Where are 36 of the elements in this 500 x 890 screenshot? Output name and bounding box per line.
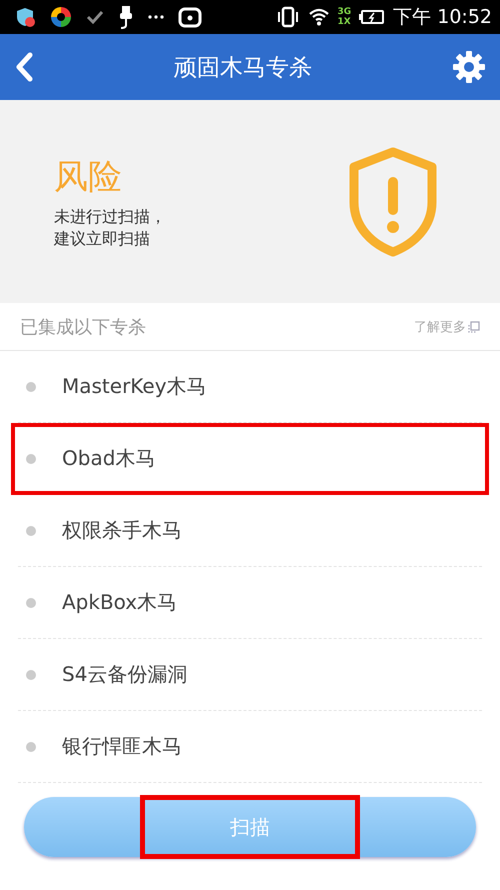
usb-icon [118, 5, 134, 29]
scan-label: 扫描 [140, 795, 360, 859]
battery-icon [359, 9, 386, 25]
bullet-icon [26, 526, 36, 536]
bullet-icon [26, 598, 36, 608]
vibrate-icon [276, 6, 300, 28]
section-title: 已集成以下专杀 [20, 316, 146, 338]
back-button[interactable] [14, 52, 34, 82]
bullet-icon [26, 670, 36, 680]
item-label: 银行悍匪木马 [62, 733, 182, 760]
shield-icon [14, 6, 36, 28]
item-label: ApkBox木马 [62, 589, 178, 616]
settings-button[interactable] [452, 50, 486, 84]
risk-level: 风险 [54, 156, 123, 198]
warning-shield-icon [348, 146, 438, 256]
bullet-icon [26, 382, 36, 392]
wifi-icon [308, 8, 330, 26]
external-link-icon [468, 320, 480, 332]
learn-more-link[interactable]: 了解更多 [414, 318, 480, 336]
robot-icon [178, 6, 202, 28]
item-label: 权限杀手木马 [62, 517, 182, 544]
check-icon [86, 10, 104, 24]
network-label: 1X [338, 17, 352, 27]
clock-time: 下午 10:52 [393, 5, 492, 30]
item-label: MasterKey木马 [62, 373, 207, 400]
risk-message: 建议立即扫描 [54, 228, 150, 250]
network-label: 3G [338, 7, 352, 17]
item-label: Obad木马 [62, 445, 156, 472]
risk-message: 未进行过扫描， [54, 206, 166, 228]
bullet-icon [26, 742, 36, 752]
item-label: S4云备份漏洞 [62, 661, 188, 688]
bullet-icon [26, 454, 36, 464]
app-icon [50, 6, 72, 28]
screen-title: 顽固木马专杀 [174, 54, 312, 82]
scan-button[interactable]: 扫描 [24, 797, 476, 857]
more-icon [148, 14, 164, 20]
